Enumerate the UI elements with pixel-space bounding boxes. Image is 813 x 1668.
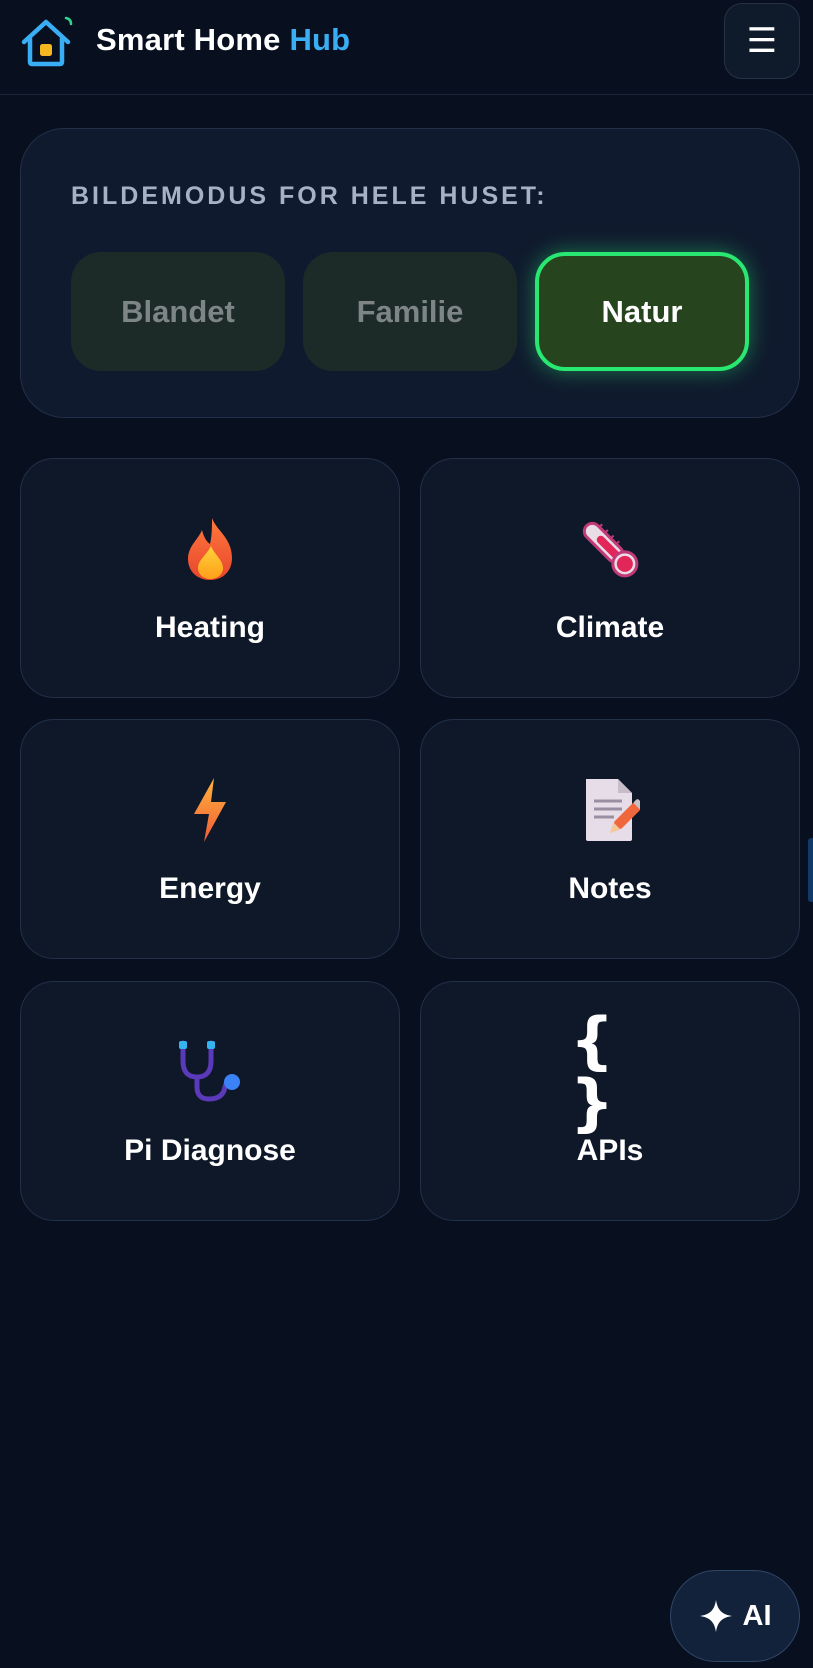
lightning-icon (170, 775, 250, 845)
ai-button-label: AI (742, 1599, 772, 1632)
app-title-accent: Hub (289, 22, 351, 57)
ai-assistant-button[interactable]: AI (670, 1570, 800, 1662)
home-logo-icon[interactable] (18, 14, 78, 68)
app-root: Smart Home Hub ☰ BILDEMODUS FOR HELE HUS… (0, 0, 813, 1668)
tile-label: Notes (568, 872, 652, 905)
mode-option-natur[interactable]: Natur (535, 252, 749, 371)
mode-option-familie[interactable]: Familie (303, 252, 517, 371)
memo-icon (570, 775, 650, 845)
tile-notes[interactable]: Notes (420, 719, 800, 959)
braces-icon: { } (570, 1010, 650, 1134)
app-title: Smart Home Hub (96, 22, 350, 58)
tile-label: Heating (154, 611, 265, 644)
tile-apis[interactable]: { } APIs (420, 981, 800, 1221)
flame-icon (170, 514, 250, 584)
tile-heating[interactable]: Heating (20, 458, 400, 698)
side-drawer-handle[interactable] (808, 838, 813, 902)
top-header: Smart Home Hub ☰ (0, 0, 813, 95)
image-mode-title: BILDEMODUS FOR HELE HUSET: (71, 182, 548, 210)
tile-label: Climate (555, 611, 665, 644)
tile-pi-diagnose[interactable]: Pi Diagnose (20, 981, 400, 1221)
braces-glyph: { } (570, 1004, 619, 1139)
tile-energy[interactable]: Energy (20, 719, 400, 959)
mode-option-blandet[interactable]: Blandet (71, 252, 285, 371)
tile-label: APIs (576, 1134, 644, 1167)
tile-label: Energy (159, 872, 261, 905)
hamburger-icon: ☰ (746, 22, 778, 60)
menu-button[interactable]: ☰ (724, 3, 800, 79)
tile-label: Pi Diagnose (124, 1134, 296, 1167)
thermometer-icon (570, 514, 650, 584)
image-mode-panel: BILDEMODUS FOR HELE HUSET: Blandet Famil… (20, 128, 800, 418)
stethoscope-icon (170, 1037, 250, 1107)
app-title-main: Smart Home (96, 22, 290, 57)
tile-climate[interactable]: Climate (420, 458, 800, 698)
sparkle-icon (699, 1600, 732, 1632)
